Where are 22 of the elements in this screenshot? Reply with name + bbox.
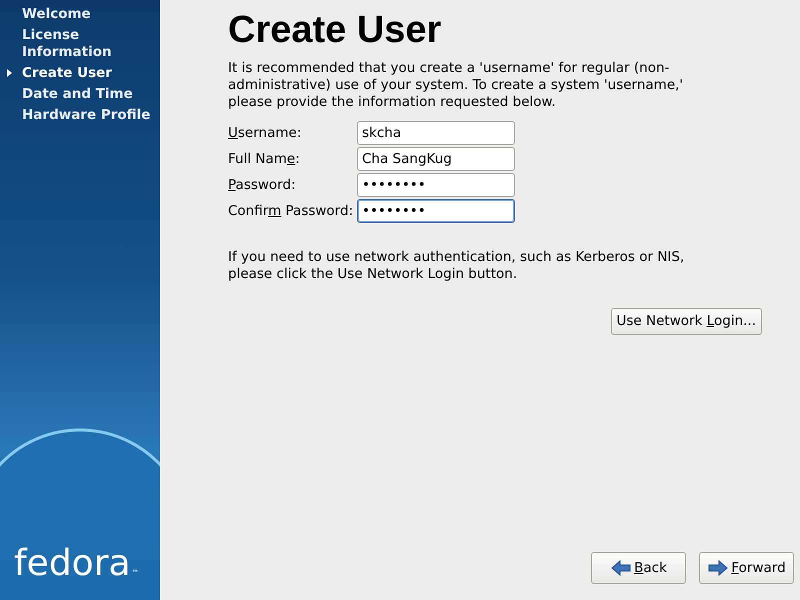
- network-login-button[interactable]: Use Network Login...: [610, 308, 762, 335]
- sidebar-item[interactable]: Welcome: [0, 6, 160, 23]
- field-label: Full Name:: [228, 150, 301, 169]
- sidebar-item[interactable]: Hardware Profile: [0, 107, 160, 124]
- page-title: Create User: [228, 8, 442, 52]
- forward-button[interactable]: Forward: [699, 552, 794, 584]
- input-field[interactable]: ••••••••: [357, 199, 515, 223]
- input-field[interactable]: Cha SangKug: [357, 147, 515, 171]
- left-arrow-icon: [610, 559, 632, 577]
- sidebar-item[interactable]: License Information: [0, 27, 160, 61]
- selection-arrow-icon: [7, 69, 12, 77]
- sidebar-item[interactable]: Date and Time: [0, 86, 160, 103]
- field-label: Confirm Password:: [228, 202, 354, 221]
- input-field[interactable]: ••••••••: [357, 173, 515, 197]
- field-label: Username:: [228, 124, 302, 143]
- sidebar-item[interactable]: Create User: [0, 65, 160, 82]
- back-button[interactable]: Back: [591, 552, 686, 584]
- intro-text: It is recommended that you create a 'username' for regular (non-administrative) use of your system. To create a system 'username,' please provide the information requested below.: [228, 60, 684, 111]
- right-arrow-icon: [707, 559, 730, 577]
- field-label: Password:: [228, 176, 297, 195]
- network-note: If you need to use network authentication, such as Kerberos or NIS, please click the Use Network Login button.: [228, 249, 686, 283]
- input-field[interactable]: skcha: [357, 121, 515, 145]
